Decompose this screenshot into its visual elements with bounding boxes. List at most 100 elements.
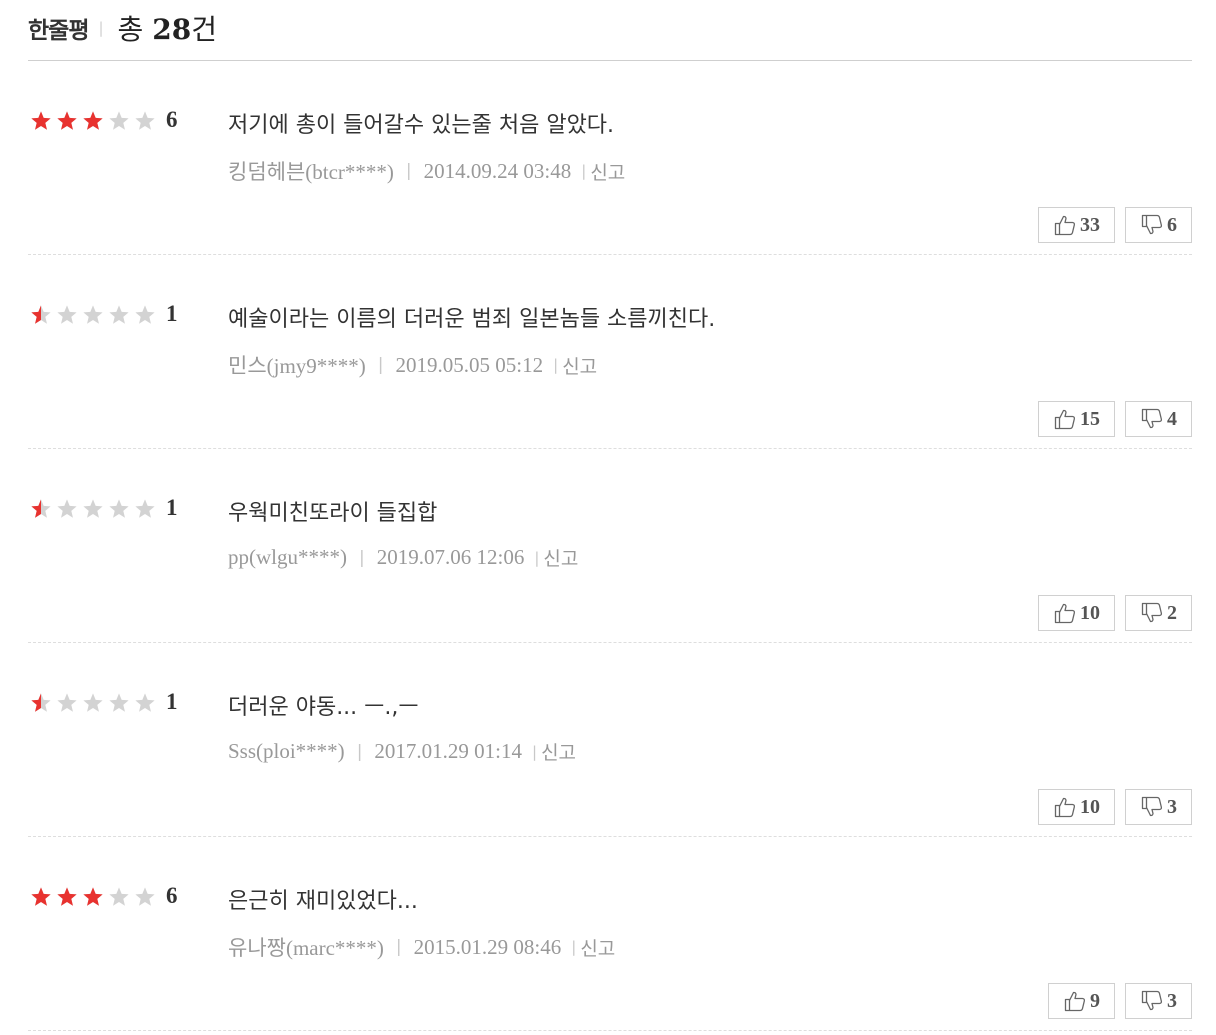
review-meta: 유나짱(marc****) | 2015.01.29 08:46 | 신고 [228,932,615,962]
thumbs-down-icon [1141,214,1163,235]
star-icon [31,111,51,130]
meta-separator: | [553,356,559,374]
star-icon [57,887,77,906]
star-icon [135,499,155,518]
meta-separator: | [359,547,365,568]
meta-separator: | [534,548,540,567]
meta-separator: | [395,937,402,957]
star-rating [28,110,158,130]
meta-separator: | [356,741,363,762]
vote-buttons: 15 4 [1038,401,1192,437]
total-prefix: 총 [117,13,153,46]
report-link[interactable]: 신고 [590,158,625,185]
review-user[interactable]: pp(wlgu****) [228,545,347,570]
review-date: 2019.05.05 05:12 [395,352,544,377]
report-link[interactable]: 신고 [580,934,615,961]
dislike-button[interactable]: 3 [1125,789,1192,825]
like-button[interactable]: 10 [1038,595,1115,631]
star-icon [57,305,77,324]
meta-separator: | [581,162,587,180]
star-icon [109,305,129,324]
review-item: 6 은근히 재미있었다... 유나짱(marc****) | 2015.01.2… [28,837,1192,1031]
star-rating [28,498,158,518]
review-meta: pp(wlgu****) | 2019.07.06 12:06 | 신고 [228,544,578,571]
meta-separator: | [405,161,412,181]
report-link[interactable]: 신고 [541,738,576,765]
review-date: 2015.01.29 08:46 [413,934,562,959]
thumbs-down-icon [1141,990,1163,1011]
star-icon [109,887,129,906]
like-count: 33 [1080,213,1100,236]
review-comment: 예술이라는 이름의 더러운 범죄 일본놈들 소름끼친다. [228,307,716,332]
dislike-button[interactable]: 3 [1125,983,1192,1019]
star-icon [83,693,103,712]
thumbs-up-icon [1064,991,1086,1012]
review-date: 2017.01.29 01:14 [374,739,523,763]
dislike-count: 4 [1167,407,1177,430]
total-count: 총 28건 [118,8,217,48]
dislike-count: 3 [1167,989,1177,1012]
star-icon [109,111,129,130]
review-meta: Sss(ploi****) | 2017.01.29 01:14 | 신고 [228,738,576,765]
meta-separator: | [532,742,538,761]
star-icon [135,305,155,324]
like-button[interactable]: 9 [1048,983,1115,1019]
header-separator: | [98,19,104,37]
report-link[interactable]: 신고 [543,544,578,571]
star-icon [135,693,155,712]
dislike-button[interactable]: 4 [1125,401,1192,437]
review-meta: 킹덤헤븐(btcr****) | 2014.09.24 03:48 | 신고 [228,156,625,186]
thumbs-up-icon [1054,409,1076,430]
review-comment: 저기에 총이 들어갈수 있는줄 처음 알았다. [228,113,615,138]
report-link[interactable]: 신고 [562,352,597,379]
review-score: 6 [166,107,178,132]
star-icon [31,305,51,324]
dislike-button[interactable]: 6 [1125,207,1192,243]
like-button[interactable]: 15 [1038,401,1115,437]
review-header: 한줄평 | 총 28건 [28,6,217,50]
dislike-count: 3 [1167,795,1177,818]
review-item: 6 저기에 총이 들어갈수 있는줄 처음 알았다. 킹덤헤븐(btcr****)… [28,61,1192,255]
star-icon [83,887,103,906]
review-score: 1 [166,689,178,714]
thumbs-down-icon [1141,408,1163,429]
vote-buttons: 10 3 [1038,789,1192,825]
star-icon [57,499,77,518]
star-icon [109,693,129,712]
review-item: 1 예술이라는 이름의 더러운 범죄 일본놈들 소름끼친다. 민스(jmy9**… [28,255,1192,449]
review-comment: 우웍미친또라이 들집합 [228,501,438,526]
thumbs-down-icon [1141,602,1163,623]
review-item: 1 더러운 야동... ㅡ.,ㅡ Sss(ploi****) | 2017.01… [28,643,1192,837]
review-comment: 은근히 재미있었다... [228,889,418,914]
review-user[interactable]: Sss(ploi****) [228,739,345,764]
like-count: 10 [1080,601,1100,624]
like-button[interactable]: 10 [1038,789,1115,825]
vote-buttons: 33 6 [1038,207,1192,243]
star-rating [28,886,158,906]
review-item: 1 우웍미친또라이 들집합 pp(wlgu****) | 2019.07.06 … [28,449,1192,643]
review-meta: 민스(jmy9****) | 2019.05.05 05:12 | 신고 [228,350,597,380]
review-user[interactable]: 민스(jmy9****) [228,350,366,380]
review-user[interactable]: 킹덤헤븐(btcr****) [228,156,394,186]
review-score: 1 [166,301,178,326]
dislike-button[interactable]: 2 [1125,595,1192,631]
review-date: 2014.09.24 03:48 [423,158,572,183]
review-score: 1 [166,495,178,520]
thumbs-up-icon [1054,797,1076,818]
star-icon [31,499,51,518]
section-title: 한줄평 [28,18,89,44]
meta-separator: | [571,938,577,956]
like-button[interactable]: 33 [1038,207,1115,243]
thumbs-up-icon [1054,603,1076,624]
review-comment: 더러운 야동... ㅡ.,ㅡ [228,695,419,720]
dislike-count: 6 [1167,213,1177,236]
review-user[interactable]: 유나짱(marc****) [228,932,384,962]
star-icon [31,693,51,712]
total-number: 28 [152,13,192,46]
star-icon [83,305,103,324]
star-icon [57,111,77,130]
star-icon [57,693,77,712]
review-divider [28,1030,1192,1031]
vote-buttons: 9 3 [1048,983,1192,1019]
star-rating [28,304,158,324]
